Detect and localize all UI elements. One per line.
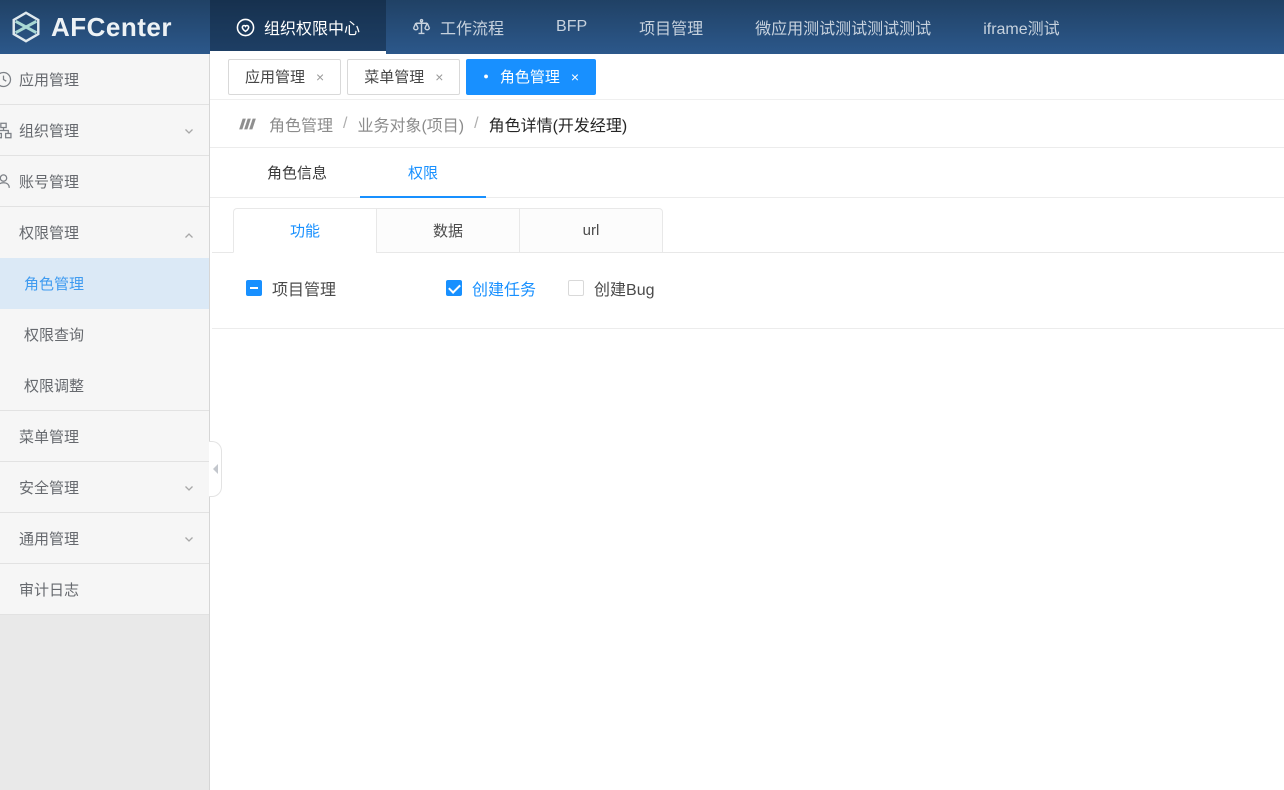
breadcrumb-item-role-detail: 角色详情(开发经理) <box>488 117 628 135</box>
top-menu-label: 组织权限中心 <box>264 21 361 38</box>
checkbox-checked[interactable] <box>446 280 462 296</box>
tab-label: 权限 <box>407 165 438 182</box>
top-navbar: AFCenter 组织权限中心 工作流程 BFP 项目管理 微应用测试测试测试测… <box>0 0 1284 54</box>
close-icon[interactable]: × <box>571 69 579 85</box>
sidebar-item-account-mgmt[interactable]: 账号管理 <box>0 156 209 207</box>
permission-type-tabs: 功能 数据 url <box>210 208 1284 253</box>
sidebar-item-perm-query[interactable]: 权限查询 <box>0 309 209 360</box>
sidebar-item-label: 应用管理 <box>19 72 80 89</box>
page-tab-app-mgmt[interactable]: 应用管理 × <box>228 58 342 95</box>
tree-node-label[interactable]: 创建任务 <box>472 276 536 300</box>
perm-tab-function[interactable]: 功能 <box>233 208 377 253</box>
perm-tab-data[interactable]: 数据 <box>376 208 520 253</box>
sidebar-item-label: 组织管理 <box>19 123 80 140</box>
breadcrumb-item-business-object[interactable]: 业务对象(项目) <box>357 112 464 136</box>
top-menu-item-project-mgmt[interactable]: 项目管理 <box>613 0 729 54</box>
tab-role-info[interactable]: 角色信息 <box>234 148 360 197</box>
afcenter-logo-icon <box>9 10 43 44</box>
page-tab-label: 菜单管理 <box>364 69 425 86</box>
sidebar-item-label: 菜单管理 <box>19 429 80 446</box>
sidebar-item-perm-adjust[interactable]: 权限调整 <box>0 360 209 411</box>
role-detail-tabs: 角色信息 权限 <box>210 148 1284 198</box>
top-menu-item-org-perm-center[interactable]: 组织权限中心 <box>210 0 387 54</box>
close-icon[interactable]: × <box>435 69 443 85</box>
sidebar: 应用管理 组织管理 账号管理 权限管理 角色管理 权限查询 权限调整 菜单管理 … <box>0 54 222 790</box>
scale-icon <box>412 18 431 37</box>
checkbox-unchecked[interactable] <box>568 280 585 296</box>
top-menu-label: 项目管理 <box>639 21 704 38</box>
sidebar-item-role-mgmt[interactable]: 角色管理 <box>0 258 209 309</box>
sidebar-item-label: 权限查询 <box>24 327 85 344</box>
checkbox-indeterminate[interactable] <box>246 280 262 296</box>
breadcrumb: 角色管理 / 业务对象(项目) / 角色详情(开发经理) <box>210 100 1284 148</box>
page-tabbar: 应用管理 × 菜单管理 × ● 角色管理 × <box>210 54 1284 100</box>
chevron-up-icon <box>183 226 195 243</box>
main-area: 应用管理 × 菜单管理 × ● 角色管理 × 角色管理 / 业务对象(项目) /… <box>210 54 1284 790</box>
breadcrumb-separator: / <box>343 114 348 132</box>
top-menu: 组织权限中心 工作流程 BFP 项目管理 微应用测试测试测试测试 iframe测… <box>210 0 1086 54</box>
top-menu-label: iframe测试 <box>983 21 1060 38</box>
sidebar-item-org-mgmt[interactable]: 组织管理 <box>0 105 209 156</box>
sidebar-item-menu-mgmt[interactable]: 菜单管理 <box>0 411 209 462</box>
top-menu-item-workflow[interactable]: 工作流程 <box>386 0 530 54</box>
top-menu-label: 微应用测试测试测试测试 <box>755 21 932 38</box>
heart-badge-icon <box>236 18 255 37</box>
content-divider <box>212 328 1284 329</box>
tab-permissions[interactable]: 权限 <box>360 148 486 198</box>
sidebar-item-label: 权限管理 <box>19 225 80 242</box>
close-icon[interactable]: × <box>316 69 324 85</box>
tree-node-project-mgmt: 项目管理 <box>246 276 446 300</box>
top-menu-item-iframe-test[interactable]: iframe测试 <box>957 0 1085 54</box>
tree-node-create-bug: 创建Bug <box>568 276 655 300</box>
collapse-left-arrow-icon <box>212 464 218 474</box>
sidebar-item-label: 通用管理 <box>19 531 80 548</box>
chevron-down-icon <box>183 124 195 141</box>
sidebar-item-label: 安全管理 <box>19 480 80 497</box>
sidebar-collapse-handle[interactable] <box>209 441 222 497</box>
perm-tab-label: 功能 <box>289 223 320 240</box>
top-menu-item-bfp[interactable]: BFP <box>530 0 613 54</box>
user-icon <box>0 173 12 190</box>
org-chart-icon <box>0 122 12 139</box>
breadcrumb-separator: / <box>474 114 479 132</box>
sidebar-menu: 应用管理 组织管理 账号管理 权限管理 角色管理 权限查询 权限调整 菜单管理 … <box>0 54 209 615</box>
top-menu-label: 工作流程 <box>440 21 505 38</box>
sidebar-item-general-mgmt[interactable]: 通用管理 <box>0 513 209 564</box>
brand-name: AFCenter <box>51 11 173 42</box>
sidebar-item-security-mgmt[interactable]: 安全管理 <box>0 462 209 513</box>
perm-tab-url[interactable]: url <box>519 208 663 253</box>
sidebar-item-label: 权限调整 <box>24 378 85 395</box>
page-tab-label: 应用管理 <box>245 69 306 86</box>
brand-logo[interactable]: AFCenter <box>0 0 210 54</box>
sidebar-item-label: 审计日志 <box>19 582 80 599</box>
chevron-down-icon <box>183 481 195 498</box>
page-tab-label: 角色管理 <box>499 69 560 86</box>
perm-tab-label: url <box>582 222 600 239</box>
sidebar-item-app-mgmt[interactable]: 应用管理 <box>0 54 209 105</box>
clock-icon <box>0 71 12 88</box>
tree-node-create-task: 创建任务 <box>446 276 536 300</box>
tree-node-label[interactable]: 创建Bug <box>594 276 654 300</box>
breadcrumb-item-role-mgmt[interactable]: 角色管理 <box>269 112 333 136</box>
top-menu-label: BFP <box>556 18 588 35</box>
tab-label: 角色信息 <box>266 165 327 182</box>
tree-node-label[interactable]: 项目管理 <box>272 276 336 300</box>
chevron-down-icon <box>183 532 195 549</box>
sidebar-item-label: 账号管理 <box>19 174 80 191</box>
permission-tree: 项目管理 创建任务 创建Bug <box>210 253 1284 300</box>
sidebar-item-audit-log[interactable]: 审计日志 <box>0 564 209 615</box>
breadcrumb-bars-icon <box>237 116 259 132</box>
page-tab-menu-mgmt[interactable]: 菜单管理 × <box>347 58 461 95</box>
perm-tab-label: 数据 <box>432 223 463 240</box>
top-menu-item-microapp-test[interactable]: 微应用测试测试测试测试 <box>729 0 957 54</box>
active-dot-icon: ● <box>483 71 489 81</box>
page-tab-role-mgmt[interactable]: ● 角色管理 × <box>466 58 597 95</box>
sidebar-item-perm-mgmt[interactable]: 权限管理 <box>0 207 209 258</box>
sidebar-item-label: 角色管理 <box>24 276 85 293</box>
